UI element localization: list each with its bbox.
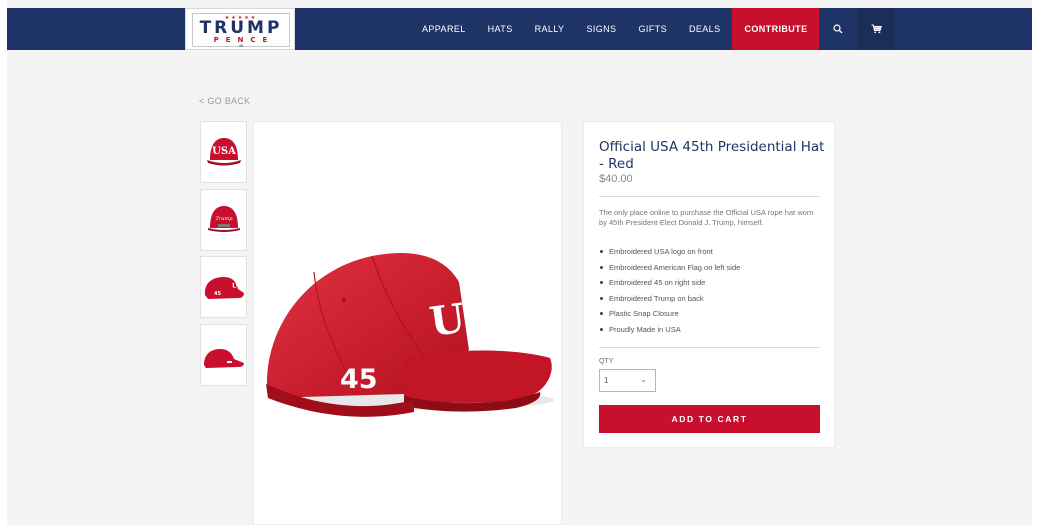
main-product-image: US 45 <box>253 121 562 525</box>
feature-list: Embroidered USA logo on front Embroidere… <box>599 246 823 340</box>
top-navigation: ★★★★★ TRUMP PENCE 45 APPAREL HATS RALLY … <box>7 8 1032 50</box>
cap-back-image: Trump <box>207 206 240 232</box>
svg-text:U: U <box>232 283 238 290</box>
chevron-down-icon: ⌄ <box>640 375 647 384</box>
cap-45-text: 45 <box>340 364 378 395</box>
feature-item: Embroidered American Flag on left side <box>599 262 823 278</box>
thumbnail-front[interactable]: USA <box>200 121 247 183</box>
nav-menu: APPAREL HATS RALLY SIGNS GIFTS DEALS CON… <box>411 8 896 50</box>
feature-item: Proudly Made in USA <box>599 324 823 340</box>
search-icon[interactable] <box>819 8 857 50</box>
svg-text:US: US <box>427 290 497 345</box>
product-description: The only place online to purchase the Of… <box>599 208 814 227</box>
thumbnail-back[interactable]: Trump <box>200 189 247 251</box>
red-cap-image: US 45 <box>266 253 554 417</box>
cap-thumb-45-text: 45 <box>214 291 221 297</box>
quantity-value: 1 <box>604 376 609 385</box>
thumbnail-side-45[interactable]: 45 U <box>200 256 247 318</box>
thumbnail-side-angle[interactable] <box>200 324 247 386</box>
add-to-cart-button[interactable]: ADD TO CART <box>599 405 820 433</box>
nav-item-apparel[interactable]: APPAREL <box>411 8 477 50</box>
feature-item: Embroidered USA logo on front <box>599 246 823 262</box>
product-price: $40.00 <box>599 173 633 185</box>
cap-side-angle-image <box>203 349 244 368</box>
quantity-select[interactable]: 1 ⌄ <box>599 369 656 392</box>
divider <box>599 196 820 197</box>
nav-item-signs[interactable]: SIGNS <box>575 8 627 50</box>
contribute-button[interactable]: CONTRIBUTE <box>732 8 820 50</box>
product-details-panel: Official USA 45th Presidential Hat - Red… <box>583 121 835 448</box>
feature-item: Plastic Snap Closure <box>599 308 823 324</box>
cart-icon[interactable] <box>857 8 896 50</box>
nav-item-rally[interactable]: RALLY <box>524 8 576 50</box>
logo-number: 45 <box>238 43 244 48</box>
qty-label: QTY <box>599 358 614 365</box>
feature-item: Embroidered Trump on back <box>599 293 823 309</box>
site-logo[interactable]: ★★★★★ TRUMP PENCE 45 <box>185 8 295 50</box>
cap-back-trump-text: Trump <box>215 216 233 222</box>
go-back-link[interactable]: < GO BACK <box>199 96 250 106</box>
nav-item-hats[interactable]: HATS <box>477 8 524 50</box>
logo-frame: ★★★★★ TRUMP PENCE 45 <box>192 13 290 48</box>
logo-trump-text: TRUMP <box>199 18 283 38</box>
nav-item-deals[interactable]: DEALS <box>678 8 732 50</box>
cap-side-45-image: 45 U <box>204 277 244 299</box>
feature-item: Embroidered 45 on right side <box>599 277 823 293</box>
product-title: Official USA 45th Presidential Hat - Red <box>599 139 825 172</box>
cap-front-image: USA <box>206 138 241 166</box>
cap-front-usa-text: USA <box>212 146 236 157</box>
nav-item-gifts[interactable]: GIFTS <box>627 8 678 50</box>
divider <box>599 347 820 348</box>
